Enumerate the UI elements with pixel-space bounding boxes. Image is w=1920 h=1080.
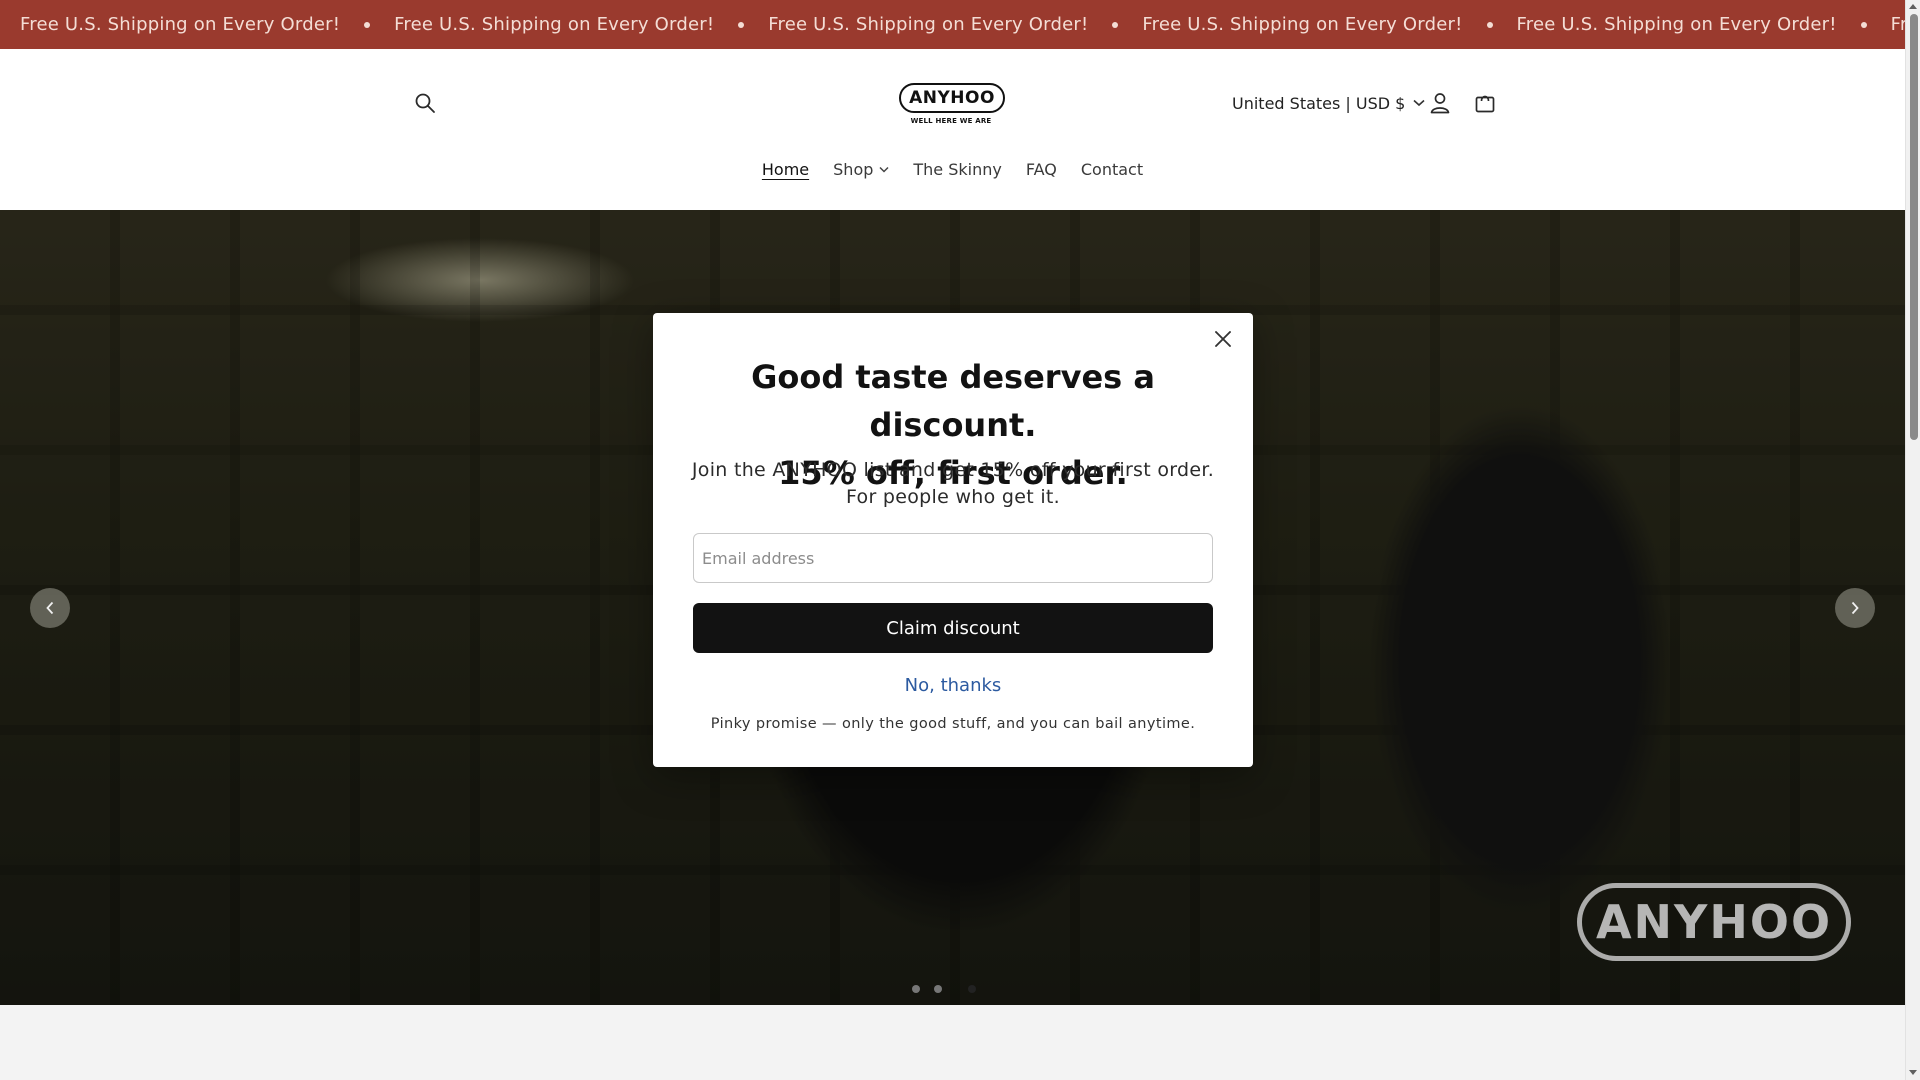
claim-discount-button[interactable]: Claim discount <box>693 603 1213 653</box>
no-thanks-link[interactable]: No, thanks <box>653 675 1253 696</box>
email-field[interactable] <box>693 533 1213 583</box>
popup-subtitle: Join the ANYHOO list and get 15% off you… <box>691 459 1215 508</box>
popup-footnote: Pinky promise — only the good stuff, and… <box>710 716 1196 732</box>
scroll-up-arrow[interactable] <box>1909 4 1917 9</box>
scrollbar-thumb[interactable] <box>1910 14 1918 440</box>
discount-popup: Good taste deserves a discount. 15% off,… <box>653 313 1253 767</box>
scroll-down-arrow[interactable] <box>1909 1070 1917 1075</box>
close-icon <box>1215 331 1231 347</box>
close-button[interactable] <box>1209 325 1237 353</box>
popup-title-line: Good taste deserves a discount. <box>751 358 1155 444</box>
page-scrollbar[interactable] <box>1905 0 1920 1080</box>
